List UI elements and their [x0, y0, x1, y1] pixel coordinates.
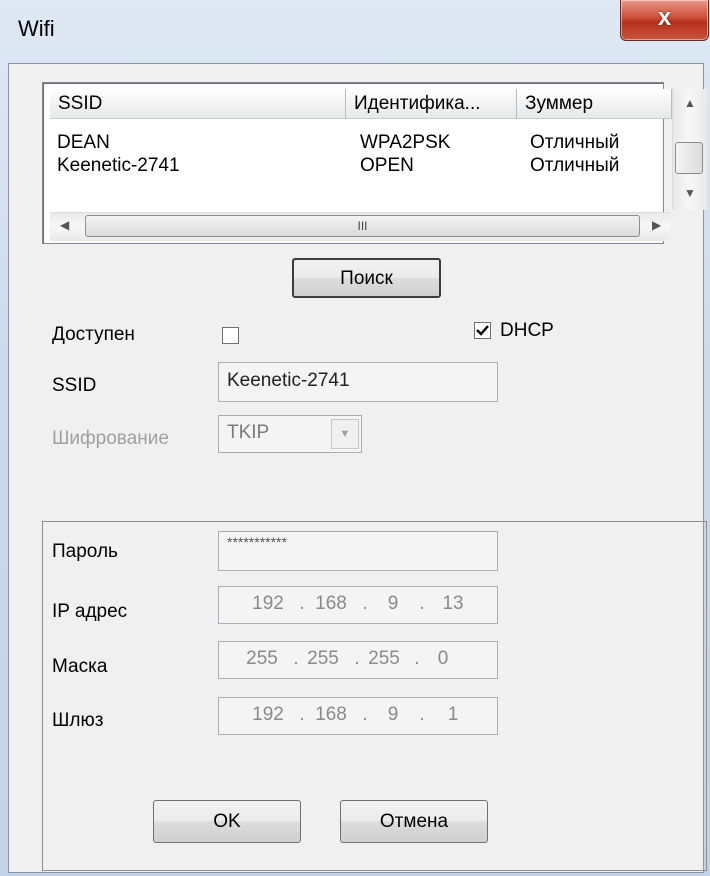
mask-octet-2: 255 — [307, 648, 339, 669]
checkmark-icon — [476, 325, 489, 336]
scroll-right-icon[interactable]: ▶ — [652, 218, 661, 232]
network-row-1-auth[interactable]: WPA2PSK — [360, 132, 450, 154]
scroll-left-icon[interactable]: ◀ — [60, 218, 69, 232]
gateway-octet-4: 1 — [447, 704, 459, 725]
ip-octet-1: 192 — [252, 593, 284, 614]
vertical-scroll-thumb[interactable] — [675, 142, 703, 174]
ip-address-field[interactable]: 192 . 168 . 9 . 13 — [218, 586, 498, 624]
ip-octet-2: 168 — [315, 593, 347, 614]
available-checkbox[interactable] — [222, 327, 239, 344]
dhcp-label: DHCP — [500, 320, 554, 341]
mask-octet-1: 255 — [246, 648, 278, 669]
column-header-signal[interactable]: Зуммер — [517, 89, 672, 119]
ip-address-label: IP адрес — [52, 601, 128, 622]
gateway-octet-3: 9 — [387, 704, 399, 725]
available-label: Доступен — [52, 324, 135, 345]
ssid-label: SSID — [52, 375, 97, 396]
encryption-select[interactable]: TKIP ▼ — [218, 415, 362, 453]
wifi-dialog: Wifi x SSID Идентифика... Зуммер DEAN WP… — [0, 0, 710, 876]
password-field[interactable]: *********** — [218, 531, 498, 571]
mask-octet-4: 0 — [437, 648, 449, 669]
network-row-1-signal[interactable]: Отличный — [530, 132, 619, 154]
chevron-down-icon: ▼ — [331, 419, 359, 449]
encryption-label: Шифрование — [52, 428, 169, 449]
mask-label: Маска — [52, 656, 108, 677]
scroll-down-icon[interactable]: ▼ — [684, 186, 696, 200]
mask-field[interactable]: 255 . 255 . 255 . 0 — [218, 641, 498, 679]
gateway-octet-2: 168 — [315, 704, 347, 725]
network-row-2-ssid[interactable]: Keenetic-2741 — [57, 155, 180, 177]
gateway-label: Шлюз — [52, 710, 104, 731]
window-title: Wifi — [18, 16, 55, 41]
mask-octet-3: 255 — [368, 648, 400, 669]
ok-button[interactable]: OK — [153, 800, 301, 843]
search-button[interactable]: Поиск — [292, 258, 441, 298]
gateway-octet-1: 192 — [252, 704, 284, 725]
scroll-up-icon[interactable]: ▲ — [684, 96, 696, 110]
close-icon: x — [657, 4, 672, 31]
cancel-button[interactable]: Отмена — [340, 800, 488, 843]
gateway-field[interactable]: 192 . 168 . 9 . 1 — [218, 697, 498, 735]
network-row-1-ssid[interactable]: DEAN — [57, 132, 110, 154]
close-button[interactable]: x — [620, 0, 709, 41]
horizontal-scroll-thumb[interactable]: III — [85, 215, 640, 237]
ssid-field[interactable]: Keenetic-2741 — [218, 362, 498, 402]
dhcp-checkbox[interactable] — [474, 322, 491, 339]
password-label: Пароль — [52, 541, 118, 562]
network-row-2-auth[interactable]: OPEN — [360, 155, 414, 177]
ip-octet-4: 13 — [442, 593, 464, 614]
encryption-value: TKIP — [227, 422, 270, 443]
ip-octet-3: 9 — [387, 593, 399, 614]
column-header-ssid[interactable]: SSID — [50, 89, 346, 119]
network-row-2-signal[interactable]: Отличный — [530, 155, 619, 177]
column-header-auth[interactable]: Идентифика... — [346, 89, 517, 119]
